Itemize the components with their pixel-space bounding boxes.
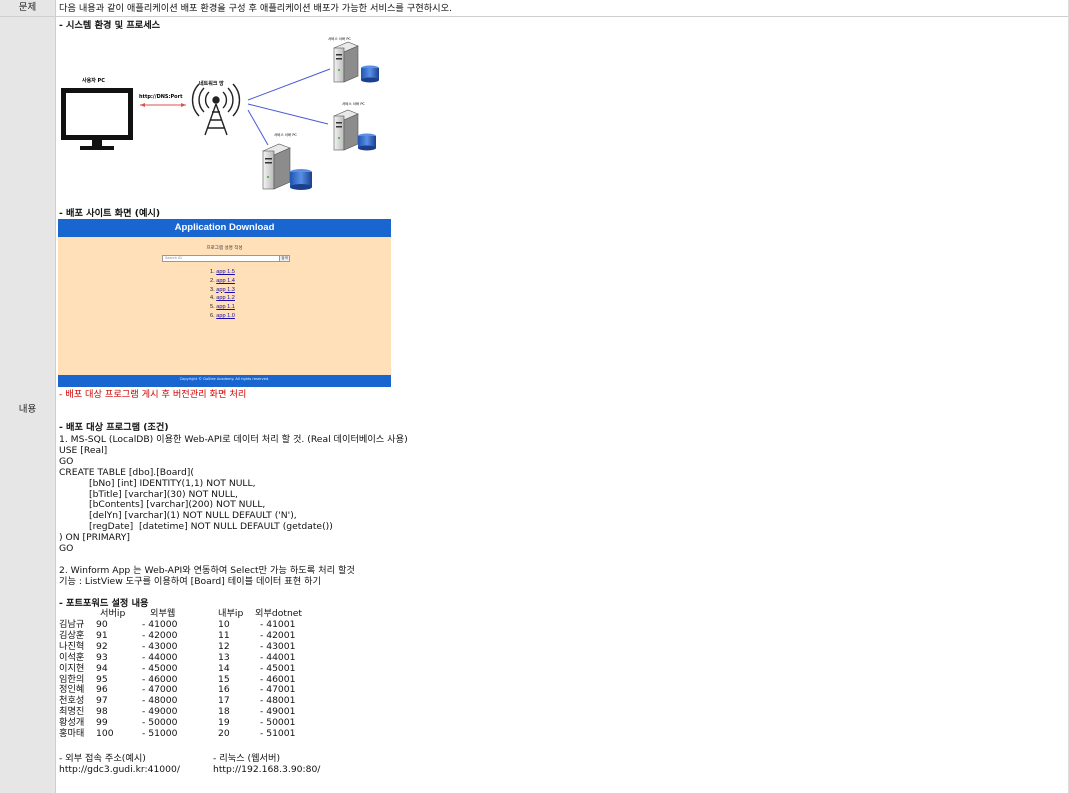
row-external-dotnet: - 44001 — [260, 651, 296, 663]
row-internal-ip: 13 — [218, 651, 230, 663]
condition-line: [bNo] [int] IDENTITY(1,1) NOT NULL, — [89, 477, 256, 489]
row-external-web: - 51000 — [142, 728, 178, 739]
antenna-icon — [191, 83, 241, 136]
row-server-ip: 94 — [96, 662, 108, 674]
server-icon-bottom: 서비스 서버 PC — [262, 132, 312, 190]
condition-line: GO — [59, 543, 74, 554]
row-external-dotnet: - 51001 — [260, 728, 296, 739]
http-label: http://DNS:Port — [139, 94, 183, 100]
row-server-ip: 100 — [96, 728, 114, 739]
section-system-heading: - 시스템 환경 및 프로세스 — [59, 20, 161, 31]
list-item: 3. app 1.3 — [210, 286, 235, 293]
condition-line: USE [Real] — [59, 444, 108, 456]
server3-label: 서비스 서버 PC — [274, 132, 297, 137]
app-link[interactable]: app 1.2 — [216, 295, 235, 301]
external-address-label: - 외부 접속 주소(예시) — [59, 753, 146, 764]
app-link[interactable]: app 1.0 — [216, 313, 235, 319]
row-internal-ip: 20 — [218, 728, 230, 739]
condition-line: 2. Winform App 는 Web-API와 연동하여 Select만 가… — [59, 564, 355, 576]
condition-line: 기능 : ListView 도구를 이용하여 [Board] 테이블 데이터 표… — [59, 575, 322, 587]
condition-line: [bTitle] [varchar](30) NOT NULL, — [89, 488, 238, 500]
row-external-web: - 44000 — [142, 651, 178, 663]
list-item: 1. app 1.5 — [210, 269, 235, 275]
linux-url: http://192.168.3.90:80/ — [213, 764, 321, 775]
app-link[interactable]: app 1.3 — [216, 287, 235, 293]
condition-line: [delYn] [varchar](1) NOT NULL DEFAULT ('… — [89, 510, 297, 522]
row-server-ip: 93 — [96, 651, 108, 663]
linux-label: - 리눅스 (웹서버) — [213, 753, 281, 764]
app-link[interactable]: app 1.1 — [216, 304, 235, 310]
user-pc-label: 사용자 PC — [82, 77, 105, 84]
server1-label: 서비스 서버 PC — [328, 36, 351, 41]
section-target-heading: - 배포 대상 프로그램 (조건) — [59, 422, 169, 433]
site-search-button: 검색 — [279, 255, 290, 262]
condition-line: [regDate] [datetime] NOT NULL DEFAULT (g… — [89, 521, 333, 533]
system-diagram: 사용자 PC http://DNS:Port 네트워크 망 서비스 서버 PC — [61, 36, 379, 190]
list-item: 5. app 1.1 — [210, 304, 235, 311]
row-divider — [55, 16, 1069, 17]
content-label-cell: 내용 — [0, 17, 56, 793]
problem-text: 다음 내용과 같이 애플리케이션 배포 환경을 구성 후 애플리케이션 배포가 … — [59, 3, 452, 14]
monitor-icon — [61, 88, 133, 150]
app-link[interactable]: app 1.5 — [216, 269, 235, 275]
problem-label-cell: 문제 — [0, 0, 56, 17]
condition-line: CREATE TABLE [dbo].[Board]( — [59, 466, 194, 478]
list-item: 6. app 1.0 — [210, 312, 235, 319]
site-title: Application Download — [174, 222, 275, 233]
request-arrow-head — [181, 103, 186, 107]
site-subtitle: 프로그램 설명 작성 — [206, 246, 243, 251]
download-site-screenshot: Application Download 프로그램 설명 작성 Search I… — [58, 219, 391, 387]
list-item: 2. app 1.4 — [210, 277, 235, 284]
row-name: 이지현 — [59, 662, 85, 674]
site-copyright: Copyright © GoSlee Academy. All rights r… — [179, 377, 270, 381]
row-external-dotnet: - 45001 — [260, 662, 296, 674]
condition-line: GO — [59, 455, 74, 467]
row-internal-ip: 14 — [218, 662, 230, 674]
external-address-url: http://gdc3.gudi.kr:41000/ — [59, 764, 180, 775]
row-name: 이석훈 — [59, 651, 85, 663]
app-version-list: 1. app 1.5 2. app 1.4 3. app 1.3 4. app … — [210, 268, 235, 321]
server-icon-middle: 서비스 서버 PC — [333, 101, 376, 151]
site-search-input: Search ID — [162, 255, 281, 262]
list-item: 4. app 1.2 — [210, 295, 235, 302]
condition-line: ) ON [PRIMARY] — [59, 532, 130, 544]
deploy-note: - 배포 대상 프로그램 게시 후 버전관리 화면 처리 — [59, 389, 247, 400]
app-link[interactable]: app 1.4 — [216, 278, 235, 284]
row-external-web: - 45000 — [142, 662, 178, 674]
section-site-heading: - 배포 사이트 화면 (예시) — [59, 208, 161, 219]
network-label: 네트워크 망 — [199, 80, 224, 87]
server-icon-top: 서비스 서버 PC — [328, 36, 379, 83]
row-name: 홍마태 — [59, 728, 85, 739]
server2-label: 서비스 서버 PC — [342, 101, 365, 106]
content-label: 내용 — [18, 404, 37, 415]
condition-line: 1. MS-SQL (LocalDB) 이용한 Web-API로 데이터 처리 … — [59, 434, 408, 445]
problem-label: 문제 — [18, 2, 37, 13]
condition-line: [bContents] [varchar](200) NOT NULL, — [89, 499, 266, 511]
